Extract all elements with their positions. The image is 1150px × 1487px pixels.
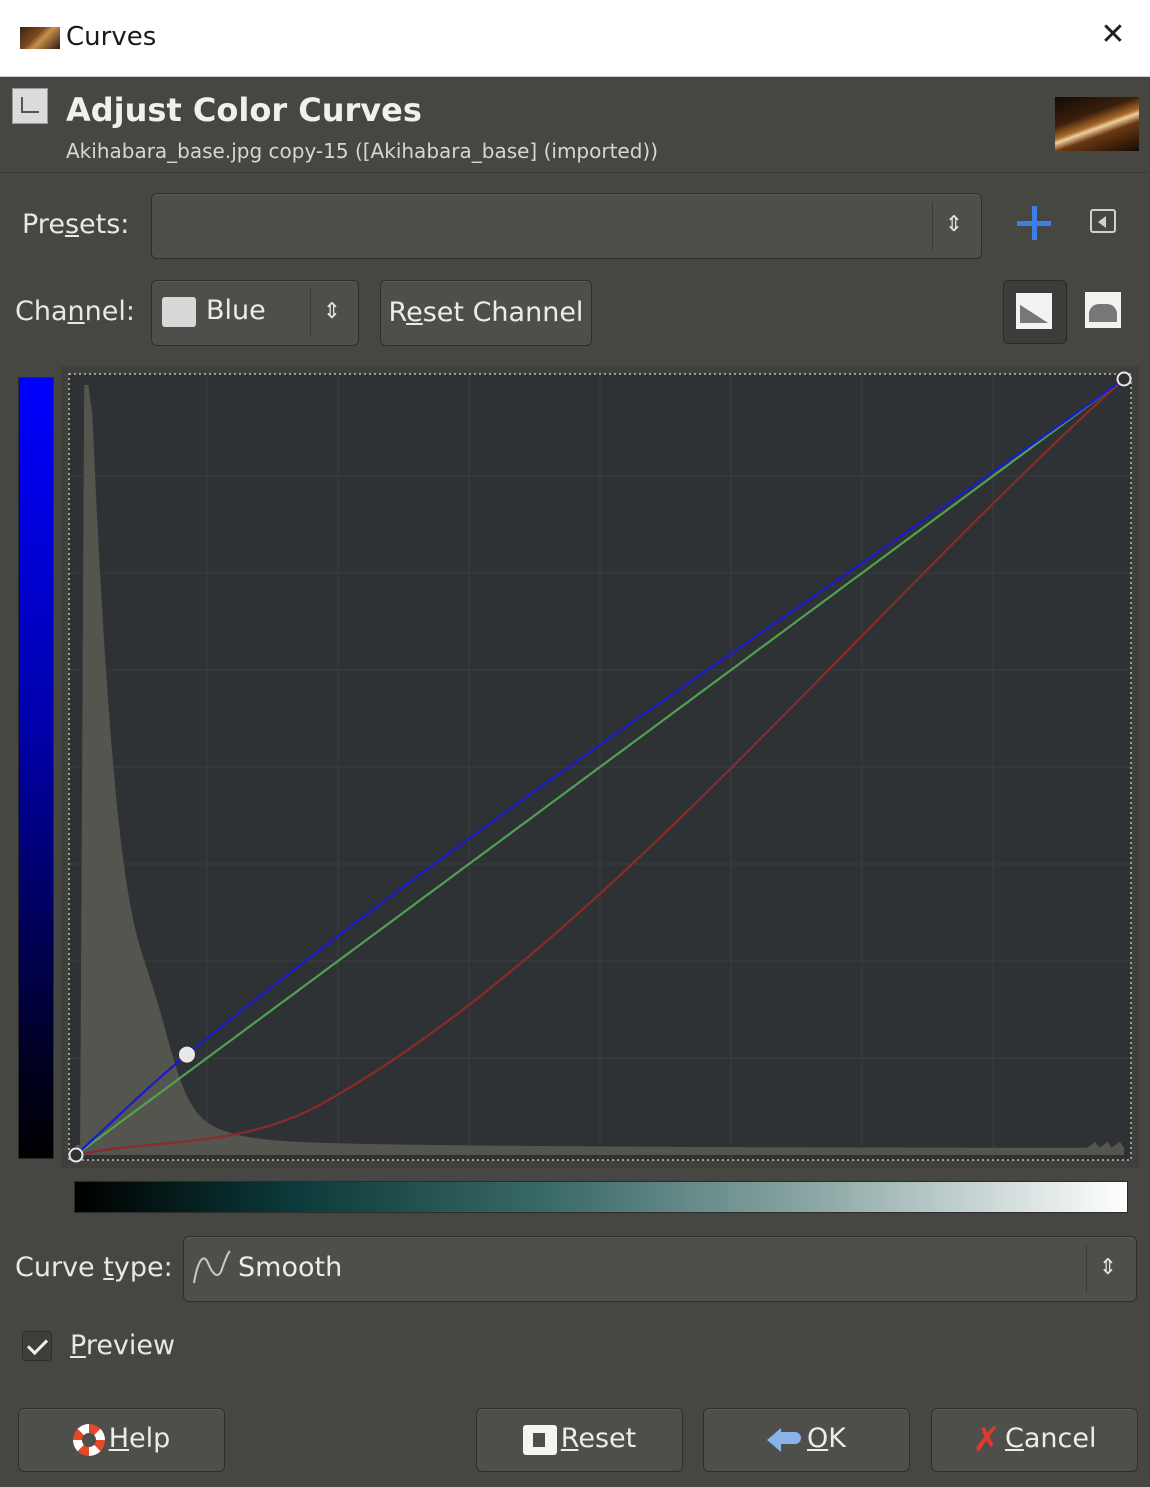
updown-icon: ⇕: [1098, 1255, 1118, 1280]
curves-graph[interactable]: [61, 366, 1139, 1168]
smooth-curve-icon: [193, 1250, 231, 1284]
reset-button[interactable]: Reset: [476, 1408, 683, 1472]
curve-control-point[interactable]: [178, 1046, 195, 1063]
help-icon: [72, 1423, 105, 1456]
log-histogram-icon: [1085, 292, 1121, 328]
close-icon[interactable]: ✕: [1096, 18, 1130, 52]
combo-separator: [1086, 1245, 1087, 1293]
window-title: Curves: [66, 22, 157, 52]
menu-icon[interactable]: [1090, 209, 1116, 233]
output-gradient-bar: [18, 377, 54, 1159]
input-gradient-bar: [74, 1181, 1128, 1213]
gimp-app-icon: [20, 27, 60, 49]
presets-label: Presets:: [22, 209, 130, 240]
dialog-header: Adjust Color Curves Akihabara_base.jpg c…: [0, 77, 1150, 173]
dialog-subtitle: Akihabara_base.jpg copy-15 ([Akihabara_b…: [66, 139, 659, 163]
updown-icon: ⇕: [322, 299, 342, 324]
ok-icon: [767, 1427, 803, 1452]
curve-type-label: Curve type:: [15, 1252, 173, 1283]
help-button[interactable]: Help: [18, 1408, 225, 1472]
channel-combo[interactable]: Blue ⇕: [151, 280, 359, 346]
reset-icon: [522, 1424, 557, 1455]
dialog-title: Adjust Color Curves: [66, 91, 422, 129]
title-bar: Curves ✕: [0, 0, 1150, 77]
curve-control-point[interactable]: [68, 1147, 84, 1163]
combo-separator: [310, 289, 311, 337]
channel-label: Channel:: [15, 296, 135, 327]
linear-histogram-icon: [1016, 293, 1052, 329]
ok-button[interactable]: OK: [703, 1408, 910, 1472]
channel-value: Blue: [206, 295, 266, 326]
combo-separator: [932, 202, 933, 250]
curve-control-point[interactable]: [1116, 371, 1132, 387]
curve-type-combo[interactable]: Smooth ⇕: [183, 1236, 1137, 1302]
linear-histogram-button[interactable]: [1003, 280, 1067, 344]
cancel-button[interactable]: ✗ Cancel: [931, 1408, 1138, 1472]
presets-combo[interactable]: ⇕: [151, 193, 982, 259]
curves-tool-icon: [12, 88, 48, 124]
curve-type-value: Smooth: [238, 1252, 343, 1283]
plus-icon[interactable]: [1015, 204, 1053, 242]
cancel-icon: ✗: [972, 1419, 1002, 1460]
log-histogram-button[interactable]: [1073, 280, 1135, 342]
preview-checkbox[interactable]: [22, 1331, 52, 1361]
updown-icon: ⇕: [944, 212, 964, 237]
channel-icon: [162, 297, 196, 327]
preview-label[interactable]: Preview: [70, 1330, 175, 1361]
reset-channel-button[interactable]: Reset Channel: [380, 280, 592, 346]
image-thumbnail: [1055, 97, 1139, 151]
